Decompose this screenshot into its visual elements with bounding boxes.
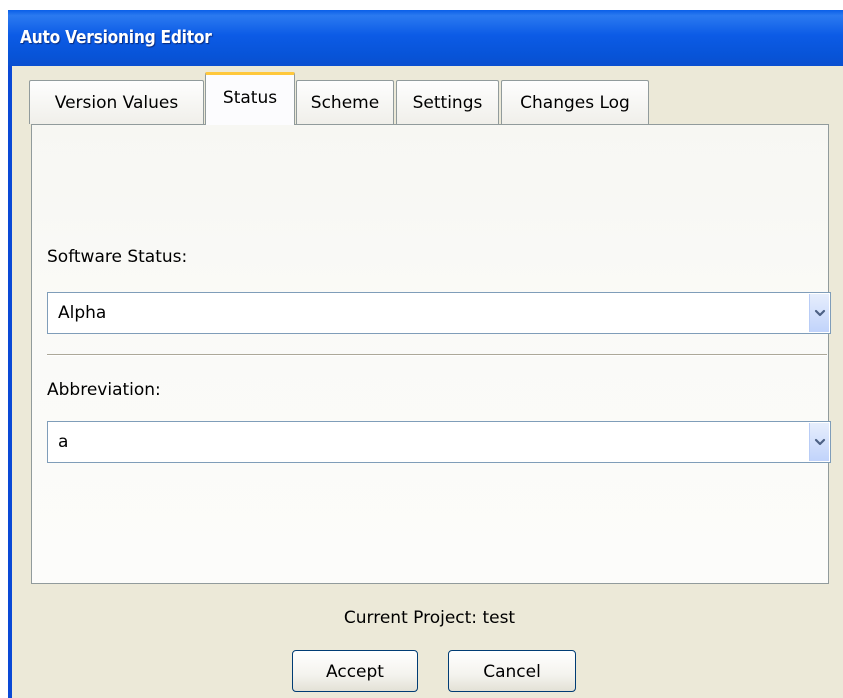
chevron-down-icon[interactable]	[809, 294, 829, 332]
abbreviation-dropdown[interactable]: a	[47, 421, 831, 463]
tab-changes-log[interactable]: Changes Log	[501, 80, 649, 124]
software-status-label: Software Status:	[47, 247, 188, 267]
current-project-label: Current Project: test	[343, 608, 516, 628]
software-status-value: Alpha	[58, 303, 107, 323]
window-title: Auto Versioning Editor	[20, 27, 212, 48]
auto-versioning-editor-window: Auto Versioning Editor Version Values St…	[8, 10, 843, 698]
tab-settings[interactable]: Settings	[396, 80, 499, 124]
tab-scheme[interactable]: Scheme	[296, 80, 394, 124]
title-bar[interactable]: Auto Versioning Editor	[8, 10, 843, 66]
software-status-dropdown[interactable]: Alpha	[47, 292, 831, 334]
abbreviation-label: Abbreviation:	[47, 380, 161, 400]
accept-button[interactable]: Accept	[292, 650, 418, 692]
tab-version-values[interactable]: Version Values	[29, 80, 204, 124]
status-tab-panel: Software Status: Alpha Abbreviation: a	[31, 124, 831, 584]
separator	[47, 354, 827, 356]
cancel-button[interactable]: Cancel	[448, 650, 576, 692]
tab-status[interactable]: Status	[205, 72, 295, 125]
chevron-down-icon[interactable]	[809, 423, 829, 461]
abbreviation-value: a	[58, 432, 69, 452]
